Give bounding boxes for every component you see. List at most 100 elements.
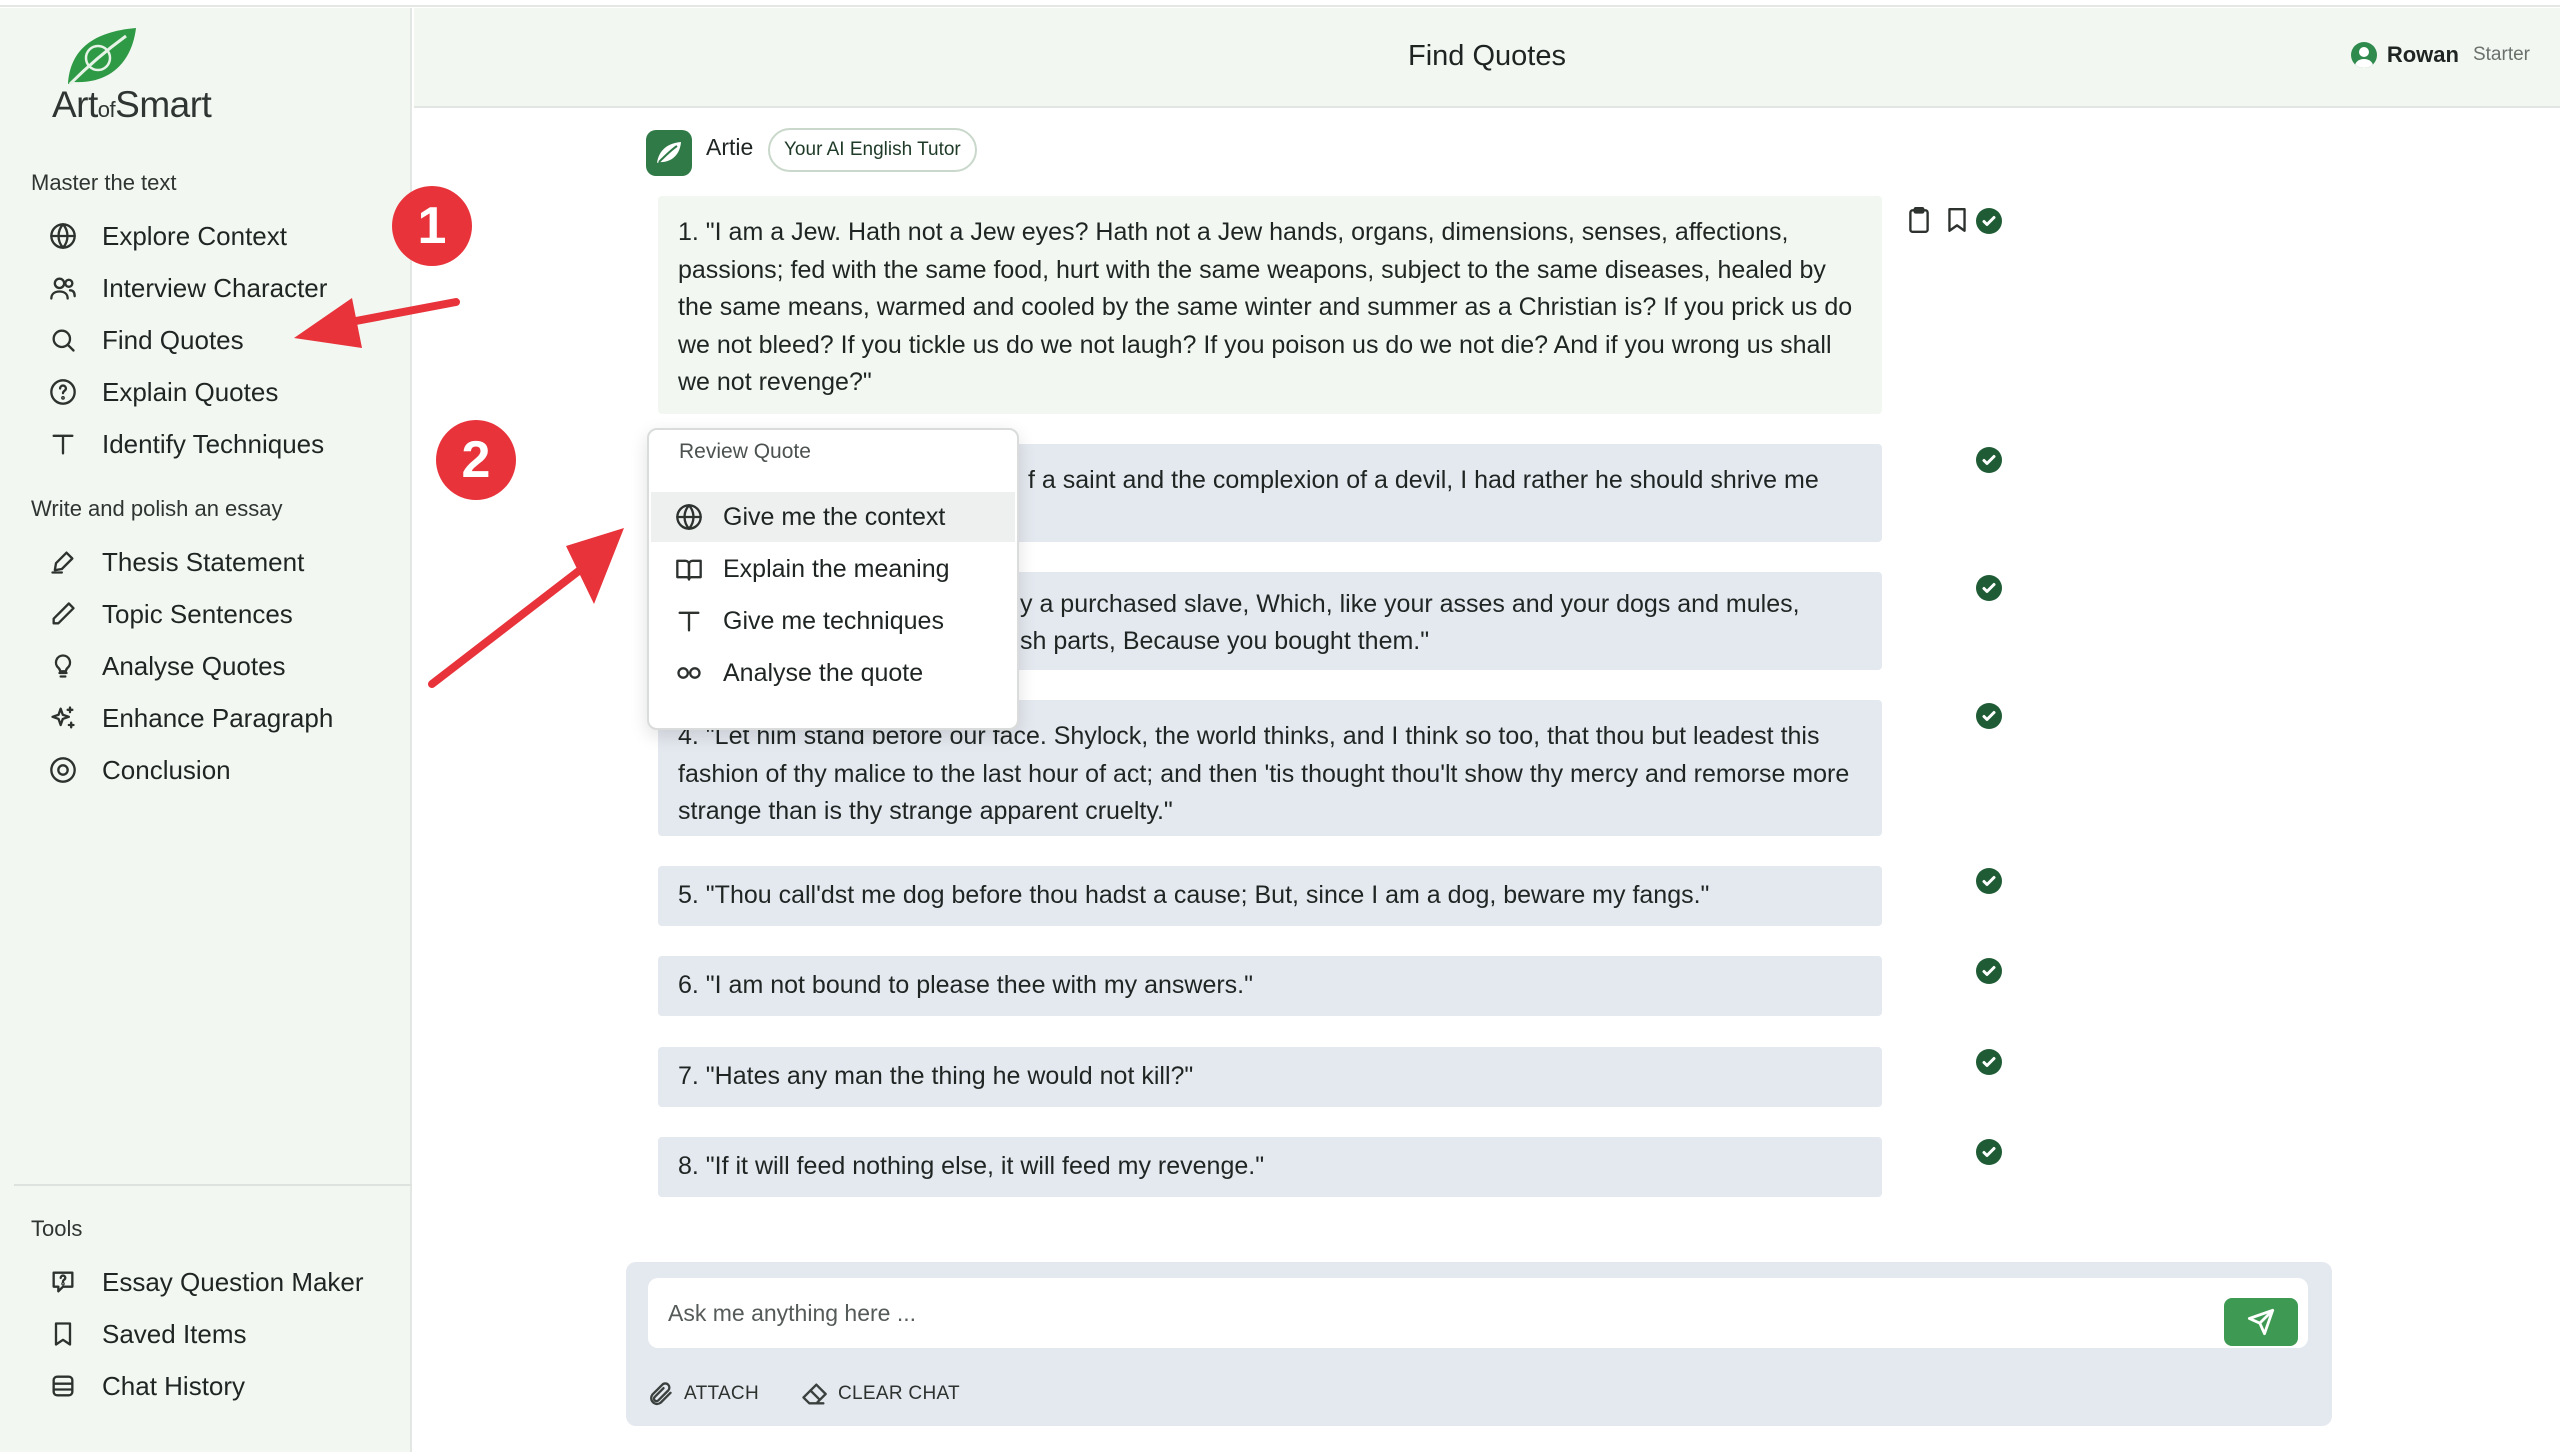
sidebar-item-label: Explain Quotes <box>102 376 279 407</box>
annotation-badge-2: 2 <box>436 420 516 500</box>
sidebar-item-topic-sentences[interactable]: Topic Sentences <box>48 592 293 636</box>
quote-text: sh parts, Because you bought them." <box>1020 627 1430 655</box>
top-border <box>0 0 2560 7</box>
eraser-icon <box>802 1383 827 1405</box>
sidebar-item-analyse-quotes[interactable]: Analyse Quotes <box>48 644 286 688</box>
bookmark-icon <box>48 1319 78 1349</box>
sidebar-item-label: Saved Items <box>102 1318 247 1349</box>
sidebar-item-enhance-paragraph[interactable]: Enhance Paragraph <box>48 696 333 740</box>
art-of-smart-logo[interactable]: ArtofSmart <box>52 22 252 132</box>
send-button[interactable] <box>2224 1298 2298 1346</box>
quote-card[interactable]: 8. "If it will feed nothing else, it wil… <box>658 1137 1882 1197</box>
menu-item-explain-meaning[interactable]: Explain the meaning <box>651 544 1015 594</box>
quote-text: f a saint and the complexion of a devil,… <box>1028 466 1819 494</box>
page-title: Find Quotes <box>1408 40 1566 72</box>
sidebar: ArtofSmart Master the text Explore Conte… <box>0 8 412 1452</box>
sidebar-item-essay-question-maker[interactable]: Essay Question Maker <box>48 1260 364 1304</box>
verified-check-icon <box>1976 447 2002 473</box>
sidebar-item-saved-items[interactable]: Saved Items <box>48 1312 247 1356</box>
bot-role-badge: Your AI English Tutor <box>768 128 977 172</box>
archive-icon <box>48 1371 78 1401</box>
question-message-icon <box>48 1267 78 1297</box>
attach-label: ATTACH <box>684 1383 759 1404</box>
sidebar-item-identify-techniques[interactable]: Identify Techniques <box>48 422 324 466</box>
verified-check-icon <box>1976 958 2002 984</box>
infinity-icon <box>677 667 701 679</box>
send-icon <box>2247 1308 2275 1336</box>
sidebar-item-explain-quotes[interactable]: Explain Quotes <box>48 370 278 414</box>
sidebar-item-label: Interview Character <box>102 272 328 303</box>
chat-input[interactable] <box>648 1278 2308 1348</box>
pencil-icon <box>48 599 78 629</box>
sidebar-item-find-quotes[interactable]: Find Quotes <box>48 318 244 362</box>
clear-chat-label: CLEAR CHAT <box>838 1383 960 1404</box>
lightbulb-icon <box>48 651 78 681</box>
clear-chat-button[interactable]: CLEAR CHAT <box>800 1380 960 1408</box>
bot-name: Artie <box>706 134 754 160</box>
annotation-arrow-2 <box>428 528 624 688</box>
quote-text: y a purchased slave, Which, like your as… <box>1020 590 1800 618</box>
sidebar-item-label: Identify Techniques <box>102 428 325 459</box>
top-header: Find Quotes Rowan Starter <box>414 8 2560 108</box>
quote-card[interactable]: 7. "Hates any man the thing he would not… <box>658 1047 1882 1107</box>
bot-avatar <box>646 130 692 176</box>
sidebar-item-label: Explore Context <box>102 220 287 251</box>
review-quote-menu: Review Quote Give me the context Explain… <box>647 428 1019 730</box>
quote-card[interactable]: 1. "I am a Jew. Hath not a Jew eyes? Hat… <box>658 196 1882 414</box>
annotation-badge-1: 1 <box>392 186 472 266</box>
sidebar-item-explore-context[interactable]: Explore Context <box>48 214 287 258</box>
menu-item-analyse-quote[interactable]: Analyse the quote <box>651 648 1015 698</box>
type-icon <box>678 611 700 632</box>
target-icon <box>48 755 78 785</box>
sidebar-item-interview-character[interactable]: Interview Character <box>48 266 327 310</box>
user-name: Rowan <box>2386 42 2459 67</box>
sidebar-item-label: Find Quotes <box>102 324 244 355</box>
leaf-bot-icon <box>657 142 681 163</box>
section-label-write: Write and polish an essay <box>31 496 283 521</box>
pen-tool-icon <box>48 547 78 577</box>
sidebar-item-chat-history[interactable]: Chat History <box>48 1364 245 1408</box>
chat-composer: ATTACH CLEAR CHAT <box>626 1262 2332 1426</box>
menu-item-give-context[interactable]: Give me the context <box>651 492 1015 542</box>
sidebar-item-conclusion[interactable]: Conclusion <box>48 748 231 792</box>
bookmark-icon[interactable] <box>1944 206 1970 234</box>
leaf-logo-icon <box>68 28 136 86</box>
quote-card[interactable]: 6. "I am not bound to please thee with m… <box>658 956 1882 1016</box>
menu-item-label: Explain the meaning <box>723 554 950 583</box>
sidebar-item-label: Essay Question Maker <box>102 1266 364 1297</box>
verified-check-icon <box>1976 1049 2002 1075</box>
sidebar-item-thesis-statement[interactable]: Thesis Statement <box>48 540 304 584</box>
sparkles-icon <box>48 703 78 733</box>
sidebar-item-label: Topic Sentences <box>102 598 293 629</box>
sidebar-item-label: Enhance Paragraph <box>102 702 334 733</box>
type-icon <box>48 429 78 459</box>
user-avatar-icon <box>2350 42 2377 68</box>
menu-item-label: Analyse the quote <box>723 658 924 687</box>
verified-check-icon <box>1976 703 2002 729</box>
verified-check-icon <box>1976 575 2002 601</box>
menu-item-give-techniques[interactable]: Give me techniques <box>651 596 1015 646</box>
menu-title: Review Quote <box>679 440 811 463</box>
sidebar-divider <box>14 1184 412 1186</box>
verified-check-icon <box>1976 1139 2002 1165</box>
globe-icon <box>48 221 78 251</box>
paperclip-icon <box>650 1382 672 1406</box>
menu-item-label: Give me techniques <box>723 606 944 635</box>
book-open-icon <box>676 559 702 581</box>
verified-check-icon <box>1976 868 2002 894</box>
sidebar-item-label: Analyse Quotes <box>102 650 286 681</box>
search-icon <box>48 325 78 355</box>
help-circle-icon <box>48 377 78 407</box>
verified-check-icon <box>1976 208 2002 234</box>
logo-wordmark: ArtofSmart <box>52 84 212 125</box>
quote-card[interactable]: 5. "Thou call'dst me dog before thou had… <box>658 866 1882 926</box>
clipboard-icon[interactable] <box>1906 206 1932 234</box>
user-plan-badge: Starter <box>2472 44 2530 65</box>
globe-icon <box>676 504 702 530</box>
menu-item-label: Give me the context <box>723 502 946 531</box>
user-menu[interactable]: Rowan Starter <box>2350 42 2530 68</box>
users-icon <box>48 273 78 303</box>
attach-button[interactable]: ATTACH <box>646 1380 759 1408</box>
section-label-master: Master the text <box>31 170 177 195</box>
sidebar-item-label: Chat History <box>102 1370 246 1401</box>
